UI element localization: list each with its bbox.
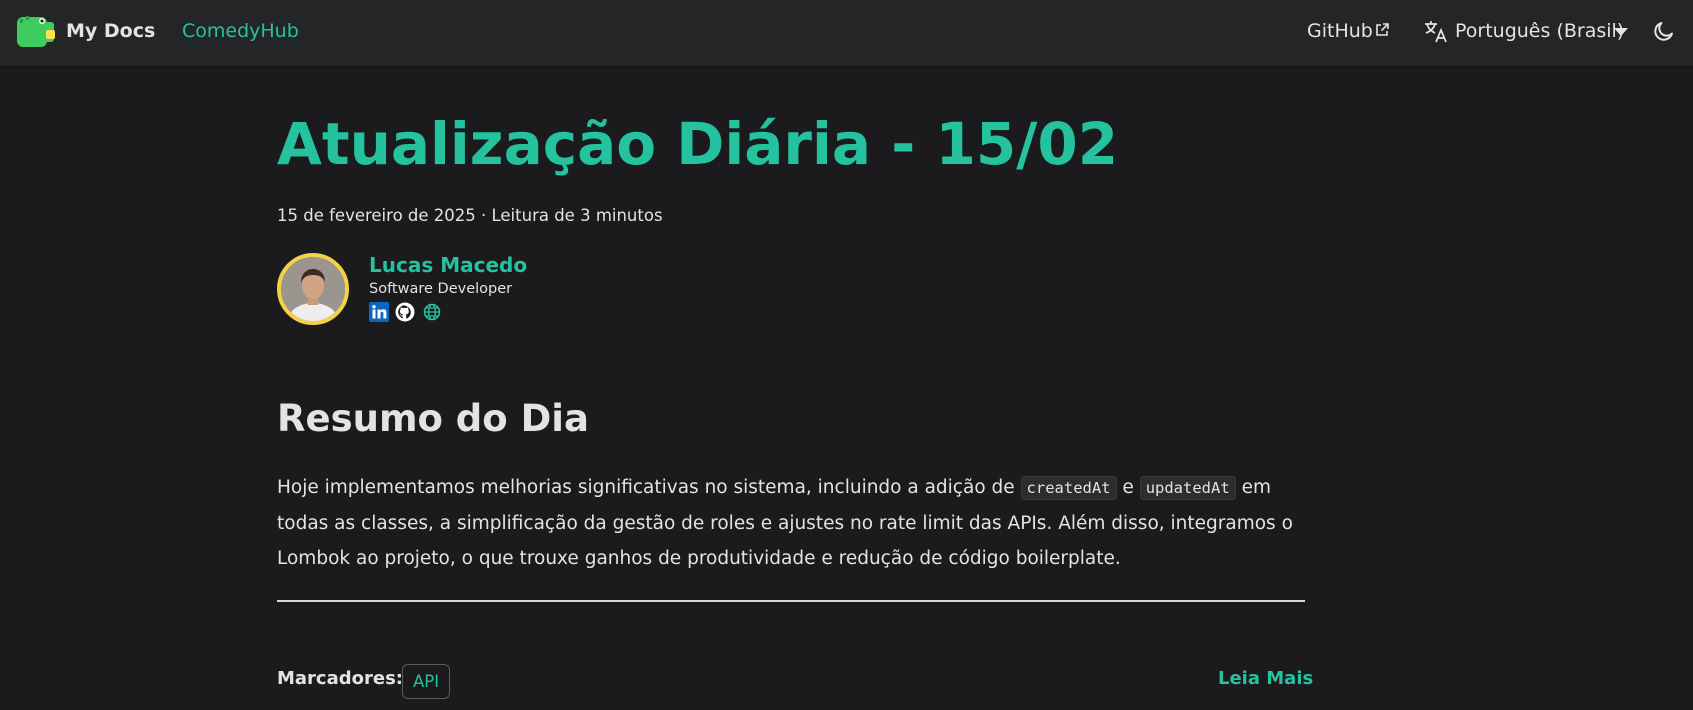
language-selector[interactable]: Português (Brasil)	[1455, 0, 1624, 62]
author-name[interactable]: Lucas Macedo	[369, 253, 527, 277]
divider	[277, 600, 1305, 602]
top-navbar: My Docs ComedyHub GitHub Português (Bras…	[0, 0, 1693, 66]
chevron-down-icon	[1614, 28, 1628, 36]
nav-link-github[interactable]: GitHub	[1307, 0, 1373, 62]
external-link-icon	[1376, 23, 1389, 36]
dinosaur-logo-icon[interactable]	[16, 14, 56, 48]
tags-label: Marcadores:	[277, 668, 403, 689]
nav-link-comedyhub[interactable]: ComedyHub	[182, 0, 299, 62]
moon-icon[interactable]	[1652, 19, 1676, 43]
paragraph-text: Hoje implementamos melhorias significati…	[277, 477, 1021, 498]
author-role: Software Developer	[369, 281, 513, 297]
inline-code-createdat: createdAt	[1020, 476, 1117, 500]
avatar-photo	[281, 257, 345, 321]
post-title: Atualização Diária - 15/02	[277, 110, 1119, 178]
linkedin-icon[interactable]	[369, 302, 389, 322]
github-icon[interactable]	[395, 302, 415, 322]
read-more-link[interactable]: Leia Mais	[1218, 668, 1313, 689]
inline-code-updatedat: updatedAt	[1139, 476, 1236, 500]
translate-icon[interactable]	[1423, 18, 1449, 44]
tag-api[interactable]: API	[402, 664, 451, 699]
avatar[interactable]	[277, 253, 349, 325]
summary-paragraph: Hoje implementamos melhorias significati…	[277, 470, 1317, 576]
globe-icon[interactable]	[422, 302, 442, 322]
section-heading: Resumo do Dia	[277, 397, 589, 440]
paragraph-text: e	[1116, 477, 1140, 498]
post-meta: 15 de fevereiro de 2025 · Leitura de 3 m…	[277, 206, 663, 225]
brand-title[interactable]: My Docs	[66, 0, 155, 62]
